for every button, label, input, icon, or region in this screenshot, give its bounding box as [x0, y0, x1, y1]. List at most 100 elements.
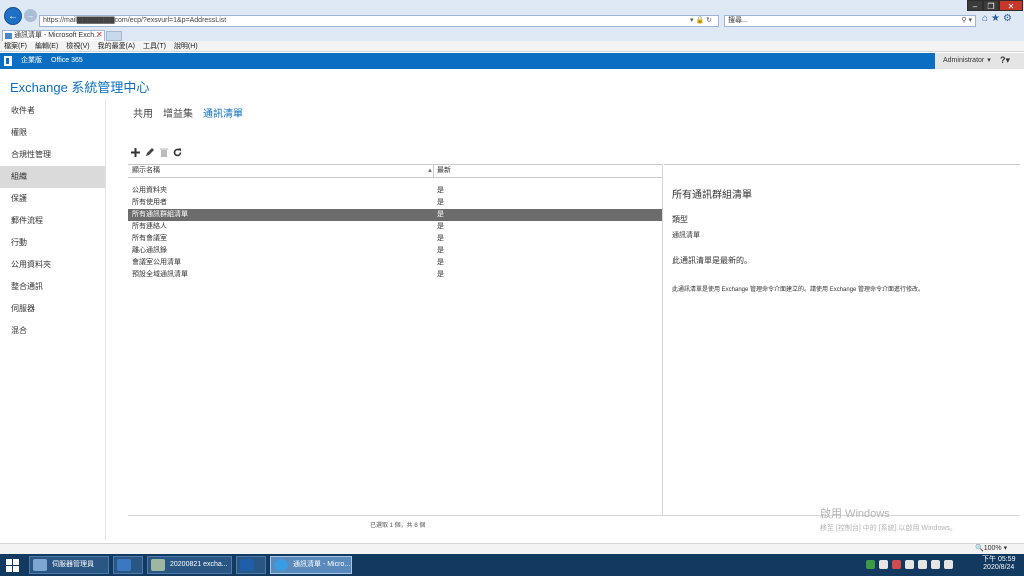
details-type-label: 類型 [672, 215, 688, 224]
edit-icon[interactable] [143, 146, 156, 159]
nav-permissions[interactable]: 權限 [0, 122, 105, 144]
notification-icon[interactable] [892, 560, 901, 569]
notepad-icon [151, 559, 165, 571]
zoom-level[interactable]: 🔍100% ▾ [975, 544, 1007, 554]
status-bar: 🔍100% ▾ [0, 543, 1024, 554]
windows-start-icon[interactable] [6, 559, 19, 572]
selection-status: 已選取 1 個，共 8 個 [370, 523, 426, 529]
details-divider [664, 164, 1020, 165]
nav-servers[interactable]: 伺服器 [0, 298, 105, 320]
minimize-button[interactable]: – [967, 0, 983, 11]
tab-address-lists[interactable]: 通訊清單 [203, 105, 243, 120]
cell-latest: 是 [437, 271, 444, 278]
table-row[interactable]: 離心通訊錄 是 [128, 245, 662, 257]
cell-name: 預設全域通訊清單 [132, 271, 188, 278]
close-window-button[interactable]: ✕ [999, 0, 1023, 11]
table-row[interactable]: 公用資料夾 是 [128, 185, 662, 197]
address-bar[interactable]: https://mail▇▇▇▇▇▇▇com/ecp/?exsvurl=1&p=… [39, 15, 719, 27]
new-tab-button[interactable] [106, 31, 122, 41]
nav-unified-messaging[interactable]: 整合通訊 [0, 276, 105, 298]
task-powershell[interactable] [113, 556, 143, 574]
cell-name: 離心通訊錄 [132, 247, 167, 254]
tab-strip: 通訊清單 - Microsoft Exch... ✕ [0, 30, 1024, 41]
table-row[interactable]: 預設全域通訊清單 是 [128, 269, 662, 281]
nav-hybrid[interactable]: 混合 [0, 320, 105, 342]
delete-icon[interactable] [157, 146, 170, 159]
clock[interactable]: 下午 05:59 2020/8/24 [982, 556, 1015, 572]
table-row[interactable]: 會議室公用清單 是 [128, 257, 662, 269]
internet-explorer-icon [274, 559, 288, 571]
search-input[interactable]: 搜尋... ⚲ ▾ [724, 15, 976, 27]
search-placeholder: 搜尋... [728, 17, 748, 24]
menu-view[interactable]: 檢視(V) [66, 41, 89, 51]
server-manager-icon [33, 559, 47, 571]
menu-edit[interactable]: 編輯(E) [35, 41, 58, 51]
add-icon[interactable] [129, 146, 142, 159]
details-title: 所有通訊群組清單 [672, 190, 752, 201]
refresh-icon[interactable] [171, 146, 184, 159]
task-exchange-shell[interactable] [236, 556, 266, 574]
user-name: Administrator [943, 57, 985, 64]
nav-mail-flow[interactable]: 郵件流程 [0, 210, 105, 232]
nav-mobile[interactable]: 行動 [0, 232, 105, 254]
task-label: 伺服器管理員 [52, 561, 94, 568]
settings-icon[interactable]: ⚙ [1003, 13, 1015, 24]
security-icon[interactable] [866, 560, 875, 569]
menu-tools[interactable]: 工具(T) [143, 41, 166, 51]
network-icon[interactable] [879, 560, 888, 569]
details-pane: 所有通訊群組清單 類型 通訊清單 此通訊清單是最新的。 此通訊清單是使用 Exc… [672, 186, 1017, 293]
forward-button[interactable]: → [24, 9, 37, 22]
cell-latest: 是 [437, 199, 444, 206]
table-header: 顯示名稱 ▲ 最新 [128, 164, 662, 178]
favorites-icon[interactable]: ★ [991, 13, 1003, 24]
table-row[interactable]: 所有使用者 是 [128, 197, 662, 209]
search-icon[interactable]: ⚲ ▾ [961, 16, 972, 26]
action-center-icon[interactable] [944, 560, 953, 569]
user-menu[interactable]: Administrator ▾ [935, 53, 1024, 69]
exchange-shell-icon [240, 559, 254, 571]
details-up-to-date: 此通訊清單是最新的。 [672, 256, 752, 265]
system-tray [866, 560, 957, 569]
cell-latest: 是 [437, 235, 444, 242]
back-button[interactable]: ← [4, 7, 22, 25]
nav-protection[interactable]: 保護 [0, 188, 105, 210]
maximize-button[interactable]: ❐ [983, 0, 999, 11]
enterprise-link[interactable]: 企業版 [21, 53, 42, 69]
help-label: ? [1000, 55, 1006, 65]
help-button[interactable]: ?▾ [1000, 55, 1010, 66]
tab-sharing[interactable]: 共用 [133, 105, 153, 120]
home-icon[interactable]: ⌂ [982, 13, 991, 24]
task-server-manager[interactable]: 伺服器管理員 [29, 556, 109, 574]
office365-link[interactable]: Office 365 [51, 53, 83, 69]
nav-public-folders[interactable]: 公用資料夾 [0, 254, 105, 276]
nav-recipients[interactable]: 收件者 [0, 100, 105, 122]
table-row-selected[interactable]: 所有通訊群組清單 是 [128, 209, 662, 221]
menu-help[interactable]: 說明(H) [174, 41, 198, 51]
cell-name: 公用資料夾 [132, 187, 167, 194]
activation-watermark: 啟用 Windows 移至 [控制台] 中的 [系統] 以啟用 Windows。 [820, 505, 957, 533]
nav-compliance[interactable]: 合規性管理 [0, 144, 105, 166]
address-controls[interactable]: ▾ 🔒 ↻ [690, 15, 712, 27]
tab-close-icon[interactable]: ✕ [96, 30, 103, 40]
nav-organization[interactable]: 組織 [0, 166, 105, 188]
tab-addins[interactable]: 增益集 [163, 105, 193, 120]
ime-icon[interactable] [905, 560, 914, 569]
tab-title: 通訊清單 - Microsoft Exch... [14, 32, 100, 39]
page-title: Exchange 系統管理中心 [10, 80, 150, 95]
menu-file[interactable]: 檔案(F) [4, 41, 27, 51]
tab-address-list[interactable]: 通訊清單 - Microsoft Exch... [2, 30, 105, 41]
column-up-to-date[interactable]: 最新 [437, 165, 451, 177]
menu-favorites[interactable]: 我的最愛(A) [98, 41, 135, 51]
task-ie[interactable]: 通訊清單 - Micro... [270, 556, 352, 574]
o365-nav-bar: 企業版 Office 365 Administrator ▾ ?▾ [0, 53, 1024, 69]
column-divider[interactable] [433, 165, 434, 177]
column-display-name[interactable]: 顯示名稱 [132, 165, 160, 177]
table-row[interactable]: 所有連絡人 是 [128, 221, 662, 233]
volume-icon[interactable] [918, 560, 927, 569]
task-notepad[interactable]: 20200821 excha... [147, 556, 232, 574]
keyboard-icon[interactable] [931, 560, 940, 569]
browser-icons[interactable]: ⌂★⚙ [982, 13, 1015, 24]
list-toolbar [129, 146, 185, 159]
table-row[interactable]: 所有會議室 是 [128, 233, 662, 245]
powershell-icon [117, 559, 131, 571]
